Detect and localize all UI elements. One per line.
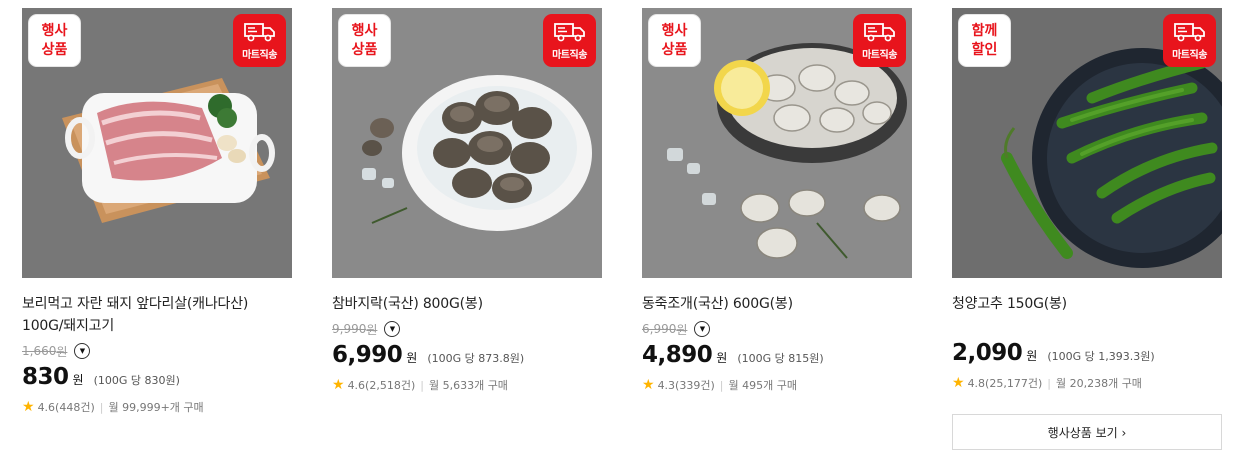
price-row: 830 원 (100G 당 830원) bbox=[22, 364, 292, 390]
sale-price: 2,090 bbox=[952, 340, 1023, 366]
original-price: 9,990 bbox=[332, 322, 367, 336]
monthly-purchases: 월 5,633개 구매 bbox=[428, 379, 508, 392]
divider: | bbox=[719, 378, 724, 392]
tag-line-1: 행사 bbox=[351, 22, 378, 39]
product-image[interactable]: 행사 상품 마트직송 bbox=[642, 8, 912, 278]
tag-line-1: 행사 bbox=[661, 22, 688, 39]
tag-line-1: 함께 bbox=[971, 22, 998, 39]
chevron-down-icon[interactable]: ▼ bbox=[694, 321, 711, 337]
product-card-pepper[interactable]: 함께 할인 마트직송 청양고추 150G(봉) 2,090 원 (100G 당 … bbox=[952, 8, 1222, 391]
sale-price: 6,990 bbox=[332, 342, 403, 368]
tag-line-2: 상품 bbox=[351, 41, 378, 58]
delivery-label: 마트직송 bbox=[552, 49, 587, 61]
product-card-pork[interactable]: 행사 상품 마트직송 보리먹고 자란 돼지 앞다리살(캐나다산) 100G/돼지… bbox=[22, 8, 292, 415]
rating-value: 4.3(339건) bbox=[657, 379, 715, 392]
star-icon: ★ bbox=[22, 399, 35, 415]
star-icon: ★ bbox=[952, 375, 965, 391]
original-price: 6,990 bbox=[642, 322, 677, 336]
original-price-won: 원 bbox=[56, 344, 68, 359]
tag-line-2: 할인 bbox=[971, 41, 998, 58]
truck-icon bbox=[863, 22, 895, 41]
price-won: 원 bbox=[406, 351, 418, 365]
original-price-row: 6,990 원 ▼ bbox=[642, 320, 912, 338]
view-event-products-button[interactable]: 행사상품 보기 › bbox=[952, 414, 1222, 450]
delivery-badge: 마트직송 bbox=[853, 14, 906, 67]
truck-icon bbox=[243, 22, 275, 41]
chevron-down-icon[interactable]: ▼ bbox=[384, 321, 401, 337]
product-image[interactable]: 함께 할인 마트직송 bbox=[952, 8, 1222, 278]
event-tag: 함께 할인 bbox=[958, 14, 1011, 67]
tag-line-2: 상품 bbox=[41, 41, 68, 58]
rating-row: ★ 4.3(339건) | 월 495개 구매 bbox=[642, 377, 912, 393]
rating-value: 4.6(2,518건) bbox=[347, 379, 416, 392]
event-tag: 행사 상품 bbox=[648, 14, 701, 67]
delivery-label: 마트직송 bbox=[862, 49, 897, 61]
rating-row: ★ 4.6(2,518건) | 월 5,633개 구매 bbox=[332, 377, 602, 393]
product-title[interactable]: 보리먹고 자란 돼지 앞다리살(캐나다산) 100G/돼지고기 bbox=[22, 293, 292, 337]
delivery-badge: 마트직송 bbox=[233, 14, 286, 67]
price-won: 원 bbox=[72, 373, 84, 387]
rating-value: 4.6(448건) bbox=[37, 401, 95, 414]
divider: | bbox=[420, 378, 424, 392]
price-row: 4,890 원 (100G 당 815원) bbox=[642, 342, 912, 368]
rating-row: ★ 4.6(448건) | 월 99,999+개 구매 bbox=[22, 399, 292, 415]
truck-icon bbox=[553, 22, 585, 41]
price-won: 원 bbox=[716, 351, 728, 365]
monthly-purchases: 월 99,999+개 구매 bbox=[108, 401, 204, 414]
price-row: 6,990 원 (100G 당 873.8원) bbox=[332, 342, 602, 368]
unit-price: (100G 당 830원) bbox=[93, 374, 180, 387]
monthly-purchases: 월 20,238개 구매 bbox=[1055, 377, 1142, 390]
event-tag: 행사 상품 bbox=[338, 14, 391, 67]
sale-price: 4,890 bbox=[642, 342, 713, 368]
unit-price: (100G 당 873.8원) bbox=[427, 352, 525, 365]
rating-row: ★ 4.8(25,177건) | 월 20,238개 구매 bbox=[952, 375, 1222, 391]
product-image[interactable]: 행사 상품 마트직송 bbox=[332, 8, 602, 278]
rating-value: 4.8(25,177건) bbox=[967, 377, 1043, 390]
delivery-label: 마트직송 bbox=[242, 49, 277, 61]
original-price: 1,660 bbox=[22, 344, 57, 358]
original-price-won: 원 bbox=[366, 322, 378, 337]
original-price-row: 1,660 원 ▼ bbox=[22, 342, 292, 360]
unit-price: (100G 당 1,393.3원) bbox=[1047, 350, 1155, 363]
tag-line-2: 상품 bbox=[661, 41, 688, 58]
product-card-surf-clam[interactable]: 행사 상품 마트직송 동죽조개(국산) 600G(봉) 6,990 원 ▼ 4,… bbox=[642, 8, 912, 393]
price-row: 2,090 원 (100G 당 1,393.3원) bbox=[952, 340, 1222, 366]
original-price-row: 9,990 원 ▼ bbox=[332, 320, 602, 338]
unit-price: (100G 당 815원) bbox=[737, 352, 824, 365]
product-title[interactable]: 참바지락(국산) 800G(봉) bbox=[332, 293, 602, 315]
delivery-badge: 마트직송 bbox=[1163, 14, 1216, 67]
event-tag: 행사 상품 bbox=[28, 14, 81, 67]
monthly-purchases: 월 495개 구매 bbox=[728, 379, 797, 392]
original-price-won: 원 bbox=[676, 322, 688, 337]
star-icon: ★ bbox=[332, 377, 345, 393]
divider: | bbox=[1047, 376, 1051, 390]
star-icon: ★ bbox=[642, 377, 655, 393]
delivery-badge: 마트직송 bbox=[543, 14, 596, 67]
delivery-label: 마트직송 bbox=[1172, 49, 1207, 61]
chevron-down-icon[interactable]: ▼ bbox=[74, 343, 91, 359]
divider: | bbox=[99, 400, 104, 414]
tag-line-1: 행사 bbox=[41, 22, 68, 39]
sale-price: 830 bbox=[22, 364, 69, 390]
price-won: 원 bbox=[1026, 349, 1038, 363]
product-title[interactable]: 동죽조개(국산) 600G(봉) bbox=[642, 293, 912, 315]
product-title[interactable]: 청양고추 150G(봉) bbox=[952, 293, 1222, 315]
truck-icon bbox=[1173, 22, 1205, 41]
product-image[interactable]: 행사 상품 마트직송 bbox=[22, 8, 292, 278]
product-card-clam[interactable]: 행사 상품 마트직송 참바지락(국산) 800G(봉) 9,990 원 ▼ 6,… bbox=[332, 8, 602, 393]
